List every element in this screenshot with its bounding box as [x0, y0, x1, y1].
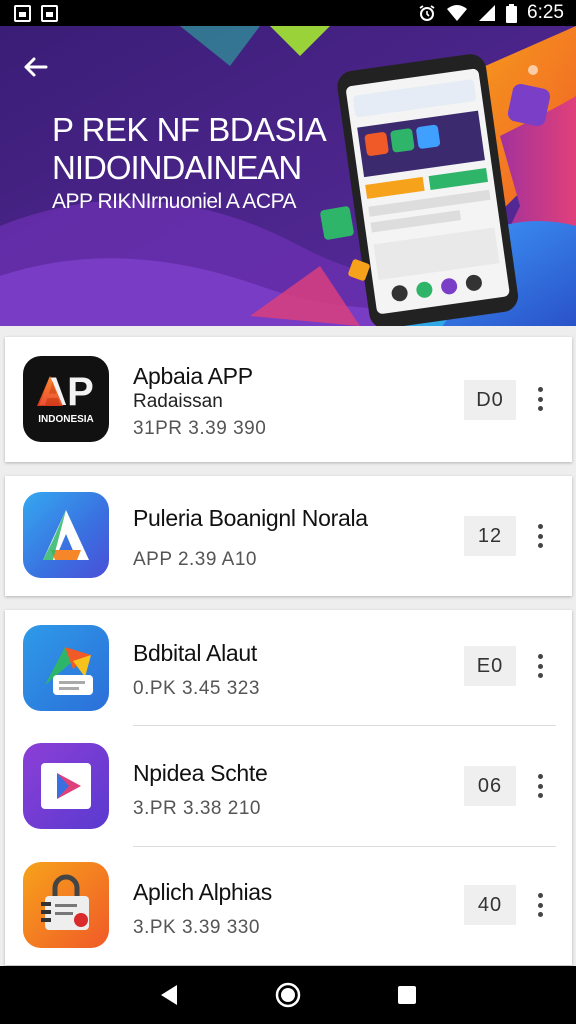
app-card: Puleria Boanignl Norala APP 2.39 A10 12 — [5, 476, 572, 596]
list-divider — [133, 725, 556, 726]
banner-subtitle: APP RIKNIrnuoniel A ACPA — [52, 190, 297, 213]
logo-subtext: INDONESIA — [38, 414, 94, 425]
wifi-icon — [447, 5, 468, 21]
ap-indonesia-logo-icon: AP INDONESIA — [23, 356, 109, 442]
app-name: Bdbital Alaut — [133, 640, 257, 666]
blue-a-triangle-icon — [23, 492, 109, 578]
app-badge[interactable]: E0 — [464, 646, 516, 686]
app-meta: 3.PK 3.39 330 — [133, 917, 260, 938]
list-item[interactable]: Bdbital Alaut 0.PK 3.45 323 E0 — [5, 610, 572, 730]
app-badge[interactable]: D0 — [464, 380, 516, 420]
list-item[interactable]: Npidea Schte 3.PR 3.38 210 06 — [5, 728, 572, 848]
purple-play-icon — [23, 743, 109, 829]
overflow-menu-icon[interactable] — [530, 521, 550, 551]
cell-signal-icon — [479, 5, 496, 21]
system-navigation-bar — [0, 966, 576, 1024]
recents-square-icon — [397, 986, 416, 1004]
overflow-menu-icon[interactable] — [530, 651, 550, 681]
nav-back-button[interactable] — [149, 975, 189, 1015]
battery-icon — [506, 3, 518, 23]
list-item[interactable]: Puleria Boanignl Norala APP 2.39 A10 12 — [5, 476, 572, 596]
overflow-menu-icon[interactable] — [530, 384, 550, 414]
nav-home-button[interactable] — [268, 975, 308, 1015]
app-meta: 31PR 3.39 390 — [133, 418, 267, 439]
overflow-menu-icon[interactable] — [530, 890, 550, 920]
app-badge[interactable]: 40 — [464, 885, 516, 925]
app-name: Apbaia APP — [133, 363, 253, 389]
app-developer: Radaissan — [133, 391, 223, 412]
app-meta: 0.PK 3.45 323 — [133, 678, 260, 699]
list-item[interactable]: AP INDONESIA Apbaia APP Radaissan 31PR 3… — [5, 337, 572, 457]
app-name: Aplich Alphias — [133, 879, 272, 905]
clock-time: 6:25 — [527, 2, 564, 23]
app-badge[interactable]: 06 — [464, 766, 516, 806]
status-bar: 6:25 — [0, 0, 576, 26]
back-triangle-icon — [161, 985, 178, 1005]
nav-recents-button[interactable] — [387, 975, 427, 1015]
app-meta: 3.PR 3.38 210 — [133, 798, 261, 819]
app-badge[interactable]: 12 — [464, 516, 516, 556]
colorful-stack-icon — [23, 625, 109, 711]
app-name: Puleria Boanignl Norala — [133, 505, 368, 531]
image-notification-icon — [41, 4, 58, 22]
back-arrow-icon[interactable] — [20, 52, 50, 82]
app-name: Npidea Schte — [133, 760, 268, 786]
app-meta: APP 2.39 A10 — [133, 549, 257, 570]
banner-title-line1: P REK NF BDASIA — [52, 111, 327, 148]
home-circle-icon — [275, 982, 301, 1008]
list-item[interactable]: Aplich Alphias 3.PK 3.39 330 40 — [5, 847, 572, 967]
logo-text: AP — [38, 370, 94, 414]
app-card: AP INDONESIA Apbaia APP Radaissan 31PR 3… — [5, 337, 572, 462]
app-list-card: Bdbital Alaut 0.PK 3.45 323 E0 Npidea Sc… — [5, 610, 572, 965]
alarm-icon — [419, 5, 435, 21]
banner-title-line2: NIDOINDAINEAN — [52, 149, 302, 186]
overflow-menu-icon[interactable] — [530, 771, 550, 801]
image-notification-icon — [14, 4, 31, 22]
hero-banner: P REK NF BDASIA NIDOINDAINEAN APP RIKNIr… — [0, 26, 576, 326]
orange-lock-doc-icon — [23, 862, 109, 948]
